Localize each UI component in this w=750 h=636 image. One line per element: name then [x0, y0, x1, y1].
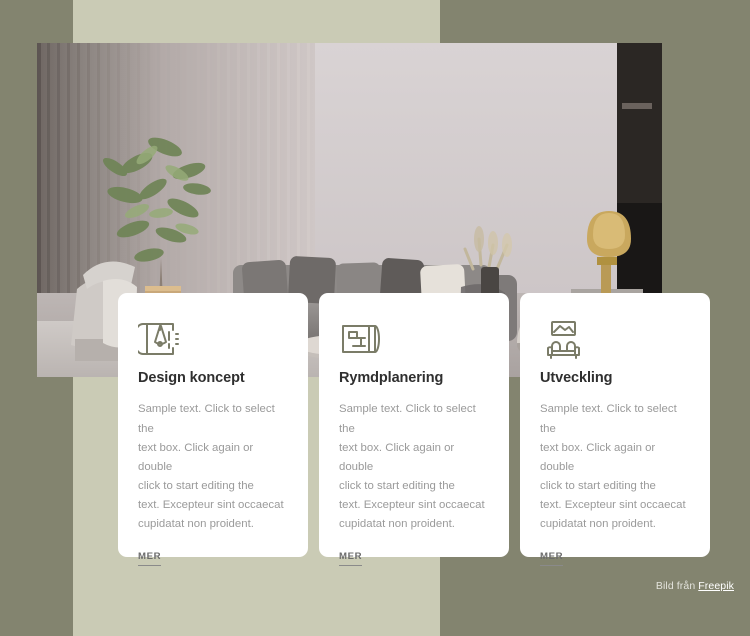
card-body: Sample text. Click to select the text bo… — [339, 403, 485, 531]
freepik-link[interactable]: Freepik — [698, 580, 734, 592]
card-rymdplanering[interactable]: Rymdplanering Sample text. Click to sele… — [319, 293, 509, 567]
card-utveckling[interactable]: Utveckling Sample text. Click to select … — [520, 293, 710, 567]
card-title: Rymdplanering — [339, 370, 444, 386]
more-link[interactable]: MER — [339, 551, 363, 567]
card-title: Design koncept — [138, 370, 245, 386]
image-credit: Bild från Freepik — [656, 580, 734, 592]
image-credit-prefix: Bild från — [655, 580, 699, 592]
blueprint-compass-icon — [138, 318, 288, 360]
card-title: Utveckling — [540, 370, 613, 386]
more-link[interactable]: MER — [138, 551, 162, 567]
card-body: Sample text. Click to select the text bo… — [138, 403, 284, 531]
sofa-picture-frame-icon — [540, 318, 690, 360]
more-link[interactable]: MER — [540, 551, 564, 567]
floor-plan-icon — [339, 318, 489, 360]
feature-cards: Design koncept Sample text. Click to sel… — [118, 293, 712, 567]
card-design-koncept[interactable]: Design koncept Sample text. Click to sel… — [118, 293, 308, 567]
card-body: Sample text. Click to select the text bo… — [540, 403, 686, 531]
